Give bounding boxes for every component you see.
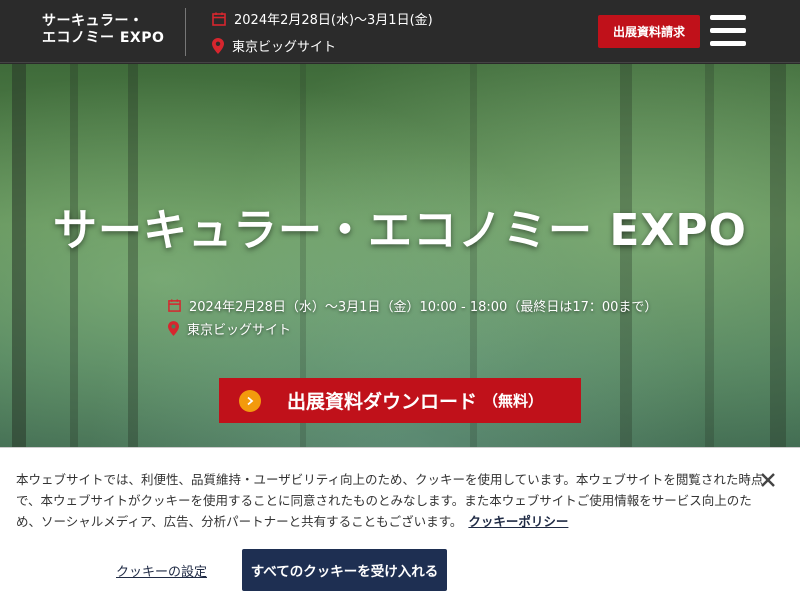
map-pin-icon	[212, 37, 224, 54]
calendar-icon	[212, 12, 226, 26]
cookie-banner: 本ウェブサイトでは、利便性、品質維持・ユーザビリティ向上のため、クッキーを使用し…	[0, 447, 800, 600]
header-venue: 東京ビッグサイト	[212, 36, 336, 55]
accept-all-cookies-button[interactable]: すべてのクッキーを受け入れる	[242, 549, 447, 591]
cookie-policy-link[interactable]: クッキーポリシー	[468, 514, 568, 529]
cookie-settings-link[interactable]: クッキーの設定	[116, 561, 207, 580]
site-logo[interactable]: サーキュラー・ エコノミー EXPO	[42, 13, 164, 47]
hero-date-text: 2024年2月28日（水）～3月1日（金）10:00 - 18:00（最終日は1…	[189, 300, 658, 315]
download-materials-button[interactable]: 出展資料ダウンロード （無料）	[219, 378, 581, 423]
site-header: サーキュラー・ エコノミー EXPO 2024年2月28日(水)～3月1日(金)…	[0, 0, 800, 63]
calendar-icon	[168, 299, 181, 312]
download-button-label: 出展資料ダウンロード	[287, 391, 478, 413]
hero-date: 2024年2月28日（水）～3月1日（金）10:00 - 18:00（最終日は1…	[168, 296, 657, 315]
map-pin-icon	[168, 321, 179, 336]
header-venue-text: 東京ビッグサイト	[232, 40, 337, 55]
hero-venue-text: 東京ビッグサイト	[187, 323, 292, 338]
header-date: 2024年2月28日(水)～3月1日(金)	[212, 9, 433, 28]
hero-venue: 東京ビッグサイト	[168, 319, 291, 338]
request-materials-button[interactable]: 出展資料請求	[598, 15, 700, 48]
hero-title: サーキュラー・エコノミー EXPO	[53, 205, 747, 256]
download-button-suffix: （無料）	[483, 392, 544, 410]
logo-line-2: エコノミー EXPO	[42, 30, 165, 46]
close-icon[interactable]	[760, 472, 776, 488]
cookie-notice-body: 本ウェブサイトでは、利便性、品質維持・ユーザビリティ向上のため、クッキーを使用し…	[16, 472, 764, 529]
cookie-notice-text: 本ウェブサイトでは、利便性、品質維持・ユーザビリティ向上のため、クッキーを使用し…	[16, 469, 776, 532]
logo-line-1: サーキュラー・	[42, 13, 144, 29]
chevron-right-icon	[239, 389, 261, 412]
header-date-text: 2024年2月28日(水)～3月1日(金)	[234, 13, 433, 28]
hamburger-menu-icon[interactable]	[710, 15, 746, 47]
header-divider	[185, 8, 186, 56]
